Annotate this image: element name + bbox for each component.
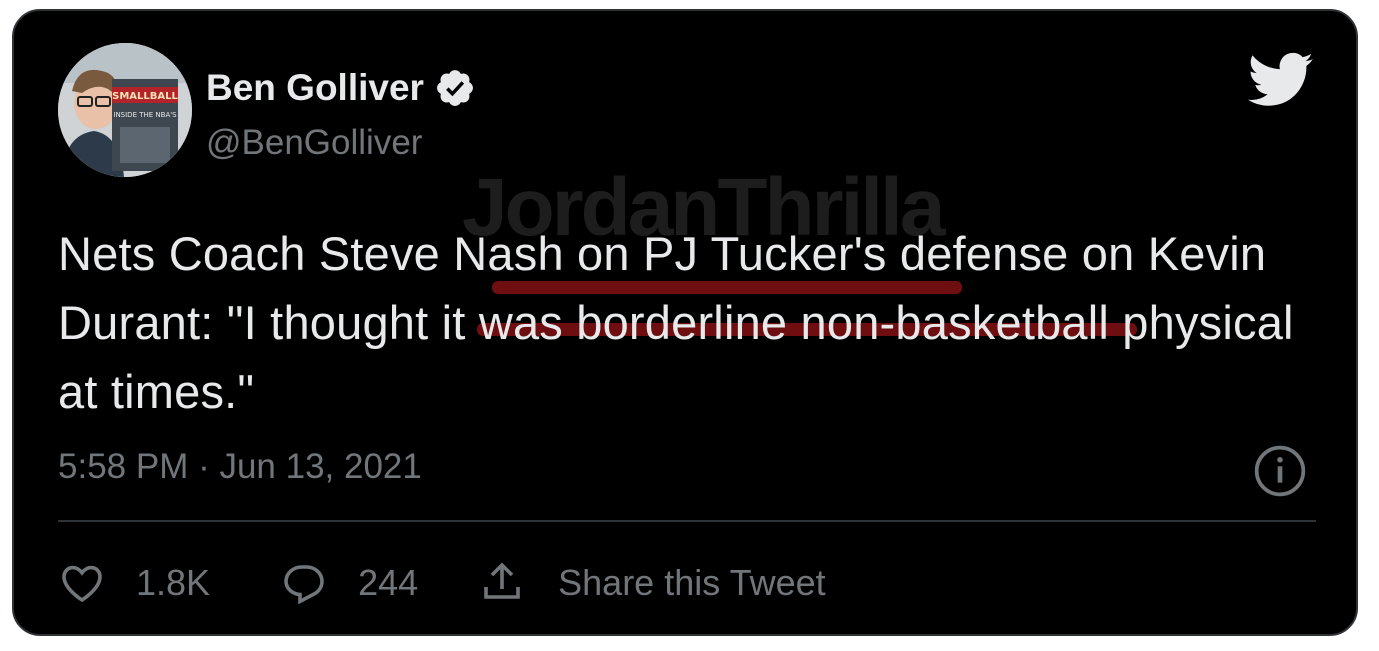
divider [58, 520, 1316, 522]
share-label: Share this Tweet [558, 562, 826, 603]
share-icon [484, 562, 520, 599]
author-name-text: Ben Golliver [206, 67, 424, 108]
reply-bubble-icon [284, 565, 324, 605]
twitter-bird-icon[interactable] [1248, 51, 1314, 109]
reply-button[interactable]: 244 [280, 559, 418, 607]
avatar-photo: SMALLBALL INSIDE THE NBA'S [58, 43, 192, 177]
tweet-timestamp[interactable]: 5:58 PM · Jun 13, 2021 [58, 447, 422, 487]
reply-count: 244 [358, 562, 419, 603]
tweet-text: Nets Coach Steve Nash on PJ Tucker's def… [58, 227, 1294, 418]
like-count: 1.8K [136, 562, 211, 603]
tweet-actions: 1.8K 244 Share this Tweet [58, 555, 826, 611]
info-icon[interactable] [1252, 443, 1308, 499]
heart-icon [62, 565, 102, 603]
svg-text:INSIDE THE NBA'S: INSIDE THE NBA'S [113, 111, 177, 119]
share-button[interactable]: Share this Tweet [478, 559, 826, 607]
avatar[interactable]: SMALLBALL INSIDE THE NBA'S [58, 43, 192, 177]
verified-badge-icon [437, 70, 473, 106]
author-handle[interactable]: @BenGolliver [206, 123, 422, 163]
tweet-card: SMALLBALL INSIDE THE NBA'S Ben Golliver … [12, 9, 1358, 636]
avatar-book-title: SMALLBALL [112, 91, 178, 102]
author-display-name[interactable]: Ben Golliver [206, 67, 476, 109]
like-button[interactable]: 1.8K [58, 559, 210, 607]
